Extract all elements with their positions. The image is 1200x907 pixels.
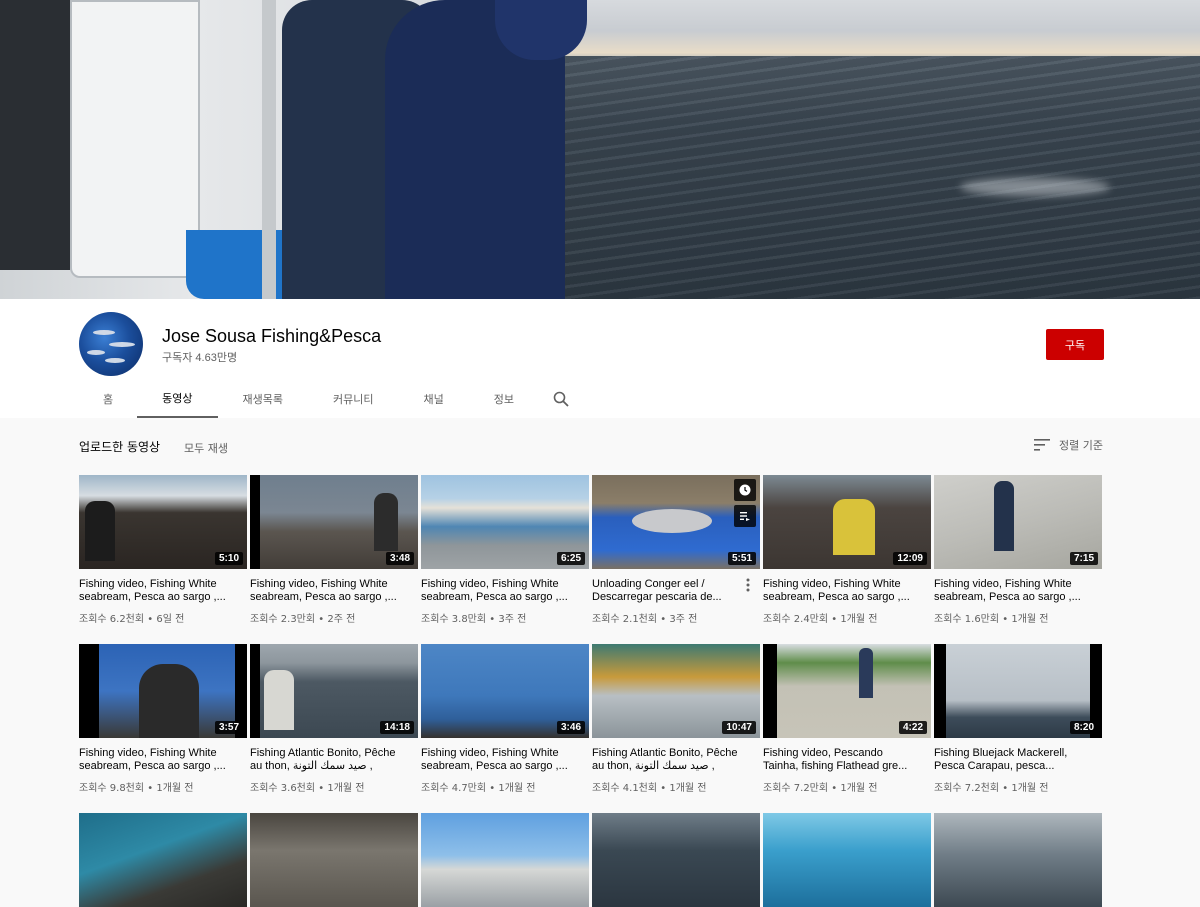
video-duration: 14:18: [380, 721, 414, 734]
sort-icon: [1034, 439, 1050, 451]
video-title[interactable]: Unloading Conger eel / Descarregar pesca…: [592, 578, 750, 604]
video-thumbnail[interactable]: 3:46: [421, 644, 589, 738]
video-duration: 5:10: [214, 552, 243, 565]
channel-search-button[interactable]: [539, 380, 583, 418]
video-card[interactable]: 14:18 Fishing Atlantic Bonito, Pêche au …: [250, 644, 418, 794]
video-thumbnail[interactable]: 5:51: [592, 475, 760, 569]
tab-community[interactable]: 커뮤니티: [308, 380, 398, 418]
video-title[interactable]: Fishing video, Pescando Tainha, fishing …: [763, 747, 921, 773]
video-thumbnail[interactable]: 10:47: [592, 644, 760, 738]
video-card[interactable]: 3:57 Fishing video, Fishing White seabre…: [79, 644, 247, 794]
video-meta: 조회수 7.2만회 • 1개월 전: [763, 783, 878, 794]
video-meta: 조회수 4.7만회 • 1개월 전: [421, 783, 536, 794]
play-all-link[interactable]: 모두 재생: [184, 440, 228, 456]
video-title[interactable]: Fishing Bluejack Mackerell, Pesca Carapa…: [934, 747, 1092, 773]
video-meta: 조회수 4.1천회 • 1개월 전: [592, 783, 707, 794]
video-meta: 조회수 2.4만회 • 1개월 전: [763, 614, 878, 625]
add-to-queue-button[interactable]: [734, 505, 756, 527]
banner-door: [70, 0, 200, 278]
video-card[interactable]: 7:15 Fishing video, Fishing White seabre…: [934, 475, 1102, 625]
sort-label: 정렬 기준: [1059, 439, 1103, 452]
video-thumbnail[interactable]: 3:48: [250, 475, 418, 569]
tab-videos[interactable]: 동영상: [137, 380, 218, 418]
channel-tabs: 홈 동영상 재생목록 커뮤니티 채널 정보: [79, 380, 583, 418]
video-meta: 조회수 2.3만회 • 2주 전: [250, 614, 356, 625]
video-card[interactable]: 3:48 Fishing video, Fishing White seabre…: [250, 475, 418, 625]
subscriber-count: 구독자 4.63만명: [162, 352, 238, 364]
video-meta: 조회수 3.8만회 • 3주 전: [421, 614, 527, 625]
video-meta: 조회수 7.2천회 • 1개월 전: [934, 783, 1049, 794]
video-thumbnail[interactable]: 7:15: [934, 475, 1102, 569]
video-title[interactable]: Fishing video, Fishing White seabream, P…: [421, 747, 579, 773]
tab-about[interactable]: 정보: [469, 380, 539, 418]
watch-later-button[interactable]: [734, 479, 756, 501]
queue-icon: [740, 512, 750, 521]
more-actions-icon[interactable]: [742, 578, 754, 592]
video-card[interactable]: 12:09 Fishing video, Fishing White seabr…: [763, 475, 931, 625]
avatar-fish-4: [105, 358, 125, 363]
video-title[interactable]: Fishing video, Fishing White seabream, P…: [763, 578, 921, 604]
video-duration: 3:46: [556, 721, 585, 734]
video-thumbnail[interactable]: 8:20: [934, 644, 1102, 738]
video-duration: 3:48: [385, 552, 414, 565]
video-duration: 6:25: [556, 552, 585, 565]
avatar-fish-2: [109, 342, 135, 347]
channel-banner: [0, 0, 1200, 299]
video-title[interactable]: Fishing video, Fishing White seabream, P…: [250, 578, 408, 604]
video-title[interactable]: Fishing video, Fishing White seabream, P…: [934, 578, 1092, 604]
search-icon: [553, 391, 569, 407]
banner-wave-foam: [960, 178, 1110, 196]
channel-avatar[interactable]: [79, 312, 143, 376]
video-duration: 12:09: [893, 552, 927, 565]
video-thumbnail[interactable]: 4:22: [763, 644, 931, 738]
video-duration: 3:57: [214, 721, 243, 734]
video-thumbnail[interactable]: 12:09: [763, 475, 931, 569]
video-duration: 8:20: [1069, 721, 1098, 734]
video-meta: 조회수 3.6천회 • 1개월 전: [250, 783, 365, 794]
sort-button[interactable]: 정렬 기준: [1034, 437, 1103, 453]
video-title[interactable]: Fishing Atlantic Bonito, Pêche au thon, …: [592, 747, 750, 773]
channel-name: Jose Sousa Fishing&Pesca: [162, 326, 382, 346]
video-card[interactable]: 10:47 Fishing Atlantic Bonito, Pêche au …: [592, 644, 760, 794]
video-meta: 조회수 1.6만회 • 1개월 전: [934, 614, 1049, 625]
video-thumbnail[interactable]: 14:18: [250, 644, 418, 738]
tab-channels[interactable]: 채널: [398, 380, 468, 418]
video-title[interactable]: Fishing video, Fishing White seabream, P…: [79, 747, 237, 773]
video-card[interactable]: 5:51 Unloading Conger eel / Descarregar …: [592, 475, 760, 625]
video-meta: 조회수 2.1천회 • 3주 전: [592, 614, 698, 625]
tab-playlists[interactable]: 재생목록: [218, 380, 308, 418]
thumbnail-hover-actions: [734, 479, 756, 527]
video-card[interactable]: 4:22 Fishing video, Pescando Tainha, fis…: [763, 644, 931, 794]
video-duration: 5:51: [727, 552, 756, 565]
video-title[interactable]: Fishing video, Fishing White seabream, P…: [79, 578, 237, 604]
avatar-fish-3: [87, 350, 105, 355]
video-duration: 7:15: [1069, 552, 1098, 565]
video-card[interactable]: 8:20 Fishing Bluejack Mackerell, Pesca C…: [934, 644, 1102, 794]
tab-home[interactable]: 홈: [79, 380, 137, 418]
video-meta: 조회수 9.8천회 • 1개월 전: [79, 783, 194, 794]
clock-icon: [739, 484, 751, 496]
video-duration: 4:22: [898, 721, 927, 734]
subscribe-button[interactable]: 구독: [1046, 329, 1104, 360]
banner-cabin: [0, 0, 70, 270]
video-title[interactable]: Fishing video, Fishing White seabream, P…: [421, 578, 579, 604]
video-title[interactable]: Fishing Atlantic Bonito, Pêche au thon, …: [250, 747, 408, 773]
video-card[interactable]: 5:10 Fishing video, Fishing White seabre…: [79, 475, 247, 625]
avatar-fish-1: [93, 330, 115, 335]
video-thumbnail[interactable]: 6:25: [421, 475, 589, 569]
video-duration: 10:47: [722, 721, 756, 734]
video-card[interactable]: 6:25 Fishing video, Fishing White seabre…: [421, 475, 589, 625]
uploads-section-title: 업로드한 동영상: [79, 440, 161, 454]
video-thumbnail[interactable]: 3:57: [79, 644, 247, 738]
video-thumbnail[interactable]: 5:10: [79, 475, 247, 569]
banner-pole: [262, 0, 276, 299]
video-card[interactable]: 3:46 Fishing video, Fishing White seabre…: [421, 644, 589, 794]
video-meta: 조회수 6.2천회 • 6일 전: [79, 614, 185, 625]
